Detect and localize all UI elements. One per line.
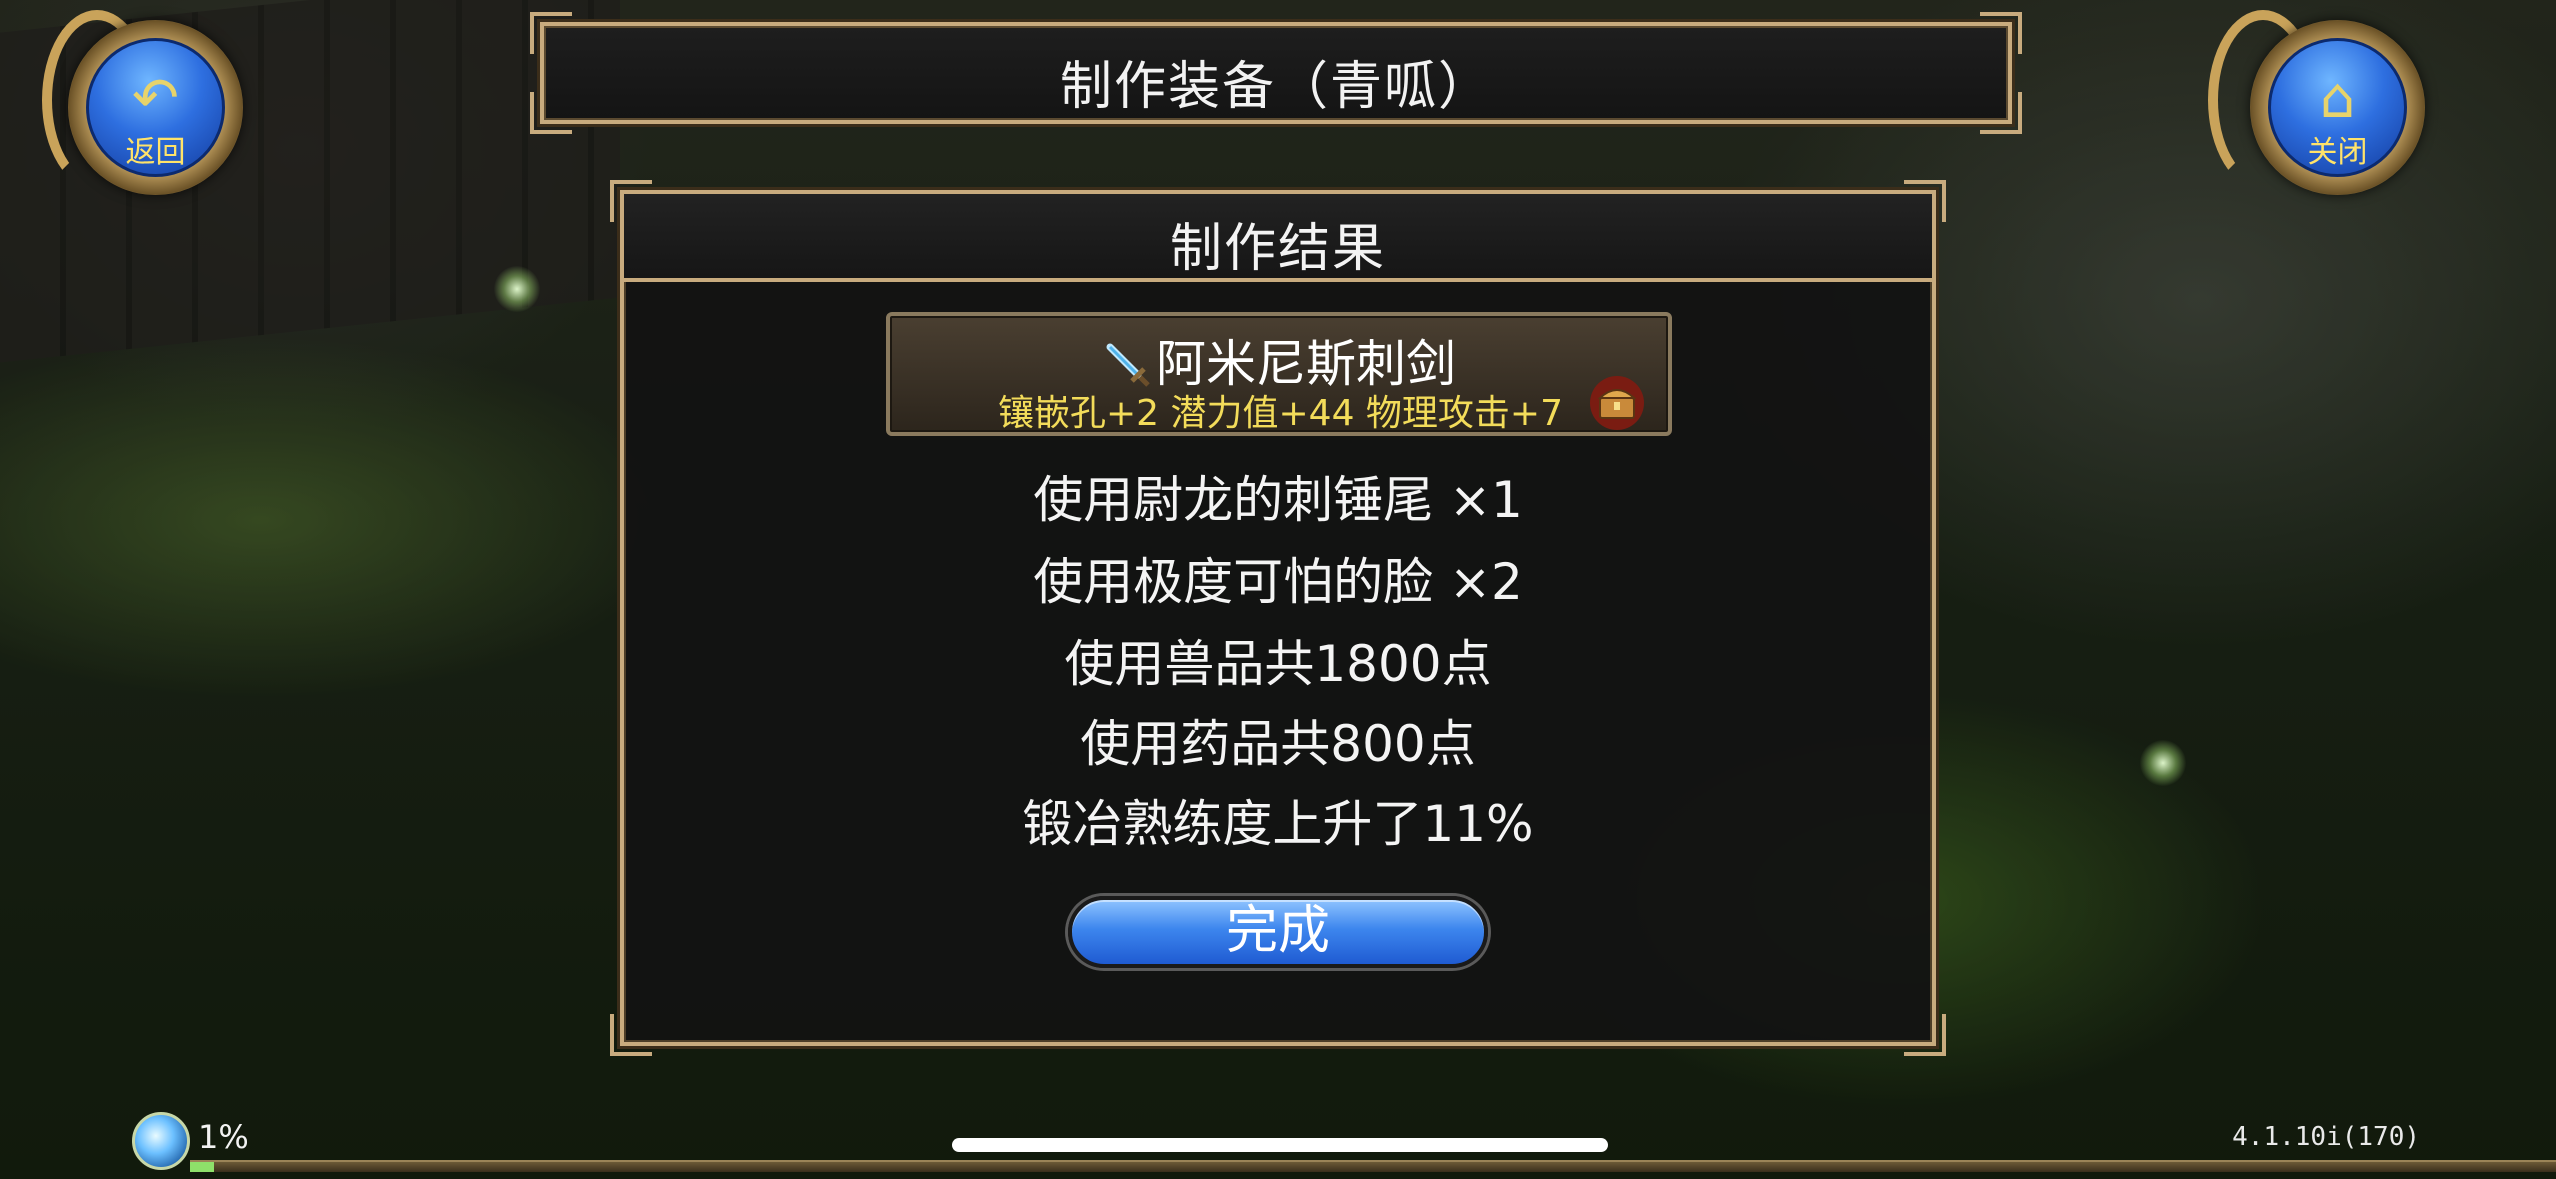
result-line: 使用药品共800点 [1080, 715, 1476, 773]
home-indicator[interactable] [952, 1138, 1608, 1152]
close-button[interactable]: ⌂ 关闭 [2208, 10, 2430, 210]
item-stats: 镶嵌孔+2 潜力值+44 物理攻击+7 [998, 393, 1563, 434]
title-bar: 制作装备（青呱） [530, 12, 2022, 134]
exp-bar-fill [190, 1162, 214, 1172]
back-button-label: 返回 [125, 135, 186, 170]
result-line: 使用兽品共1800点 [1064, 635, 1492, 693]
result-line: 使用尉龙的刺锤尾 ×1 [1033, 471, 1523, 529]
version-label: 4.1.10i(170) [2232, 1122, 2420, 1152]
sword-icon [1106, 343, 1150, 387]
back-arrow-icon: ↶ [132, 66, 179, 131]
frame-corner [610, 1014, 652, 1056]
button-core: ⌂ 关闭 [2268, 38, 2407, 177]
panel-header: 制作结果 [624, 194, 1932, 282]
sparkle-effect [2140, 740, 2186, 786]
done-button[interactable]: 完成 [1068, 896, 1488, 968]
exp-bar [190, 1160, 2556, 1172]
treasure-chest-icon [1590, 376, 1644, 430]
page-title: 制作装备（青呱） [1059, 57, 1492, 117]
frame-corner [1904, 1014, 1946, 1056]
result-line: 锻冶熟练度上升了11% [1022, 795, 1534, 853]
button-core: ↶ 返回 [86, 38, 225, 177]
back-button[interactable]: ↶ 返回 [42, 10, 248, 210]
exp-percent: 1% [198, 1118, 249, 1156]
crafted-item-card[interactable]: 阿米尼斯刺剑 镶嵌孔+2 潜力值+44 物理攻击+7 [886, 312, 1672, 436]
exp-orb-icon[interactable] [132, 1112, 190, 1170]
home-icon: ⌂ [2319, 66, 2356, 131]
close-button-label: 关闭 [2307, 135, 2368, 170]
result-line: 使用极度可怕的脸 ×2 [1033, 553, 1523, 611]
panel-title: 制作结果 [1169, 219, 1386, 279]
sparkle-effect [494, 266, 540, 312]
